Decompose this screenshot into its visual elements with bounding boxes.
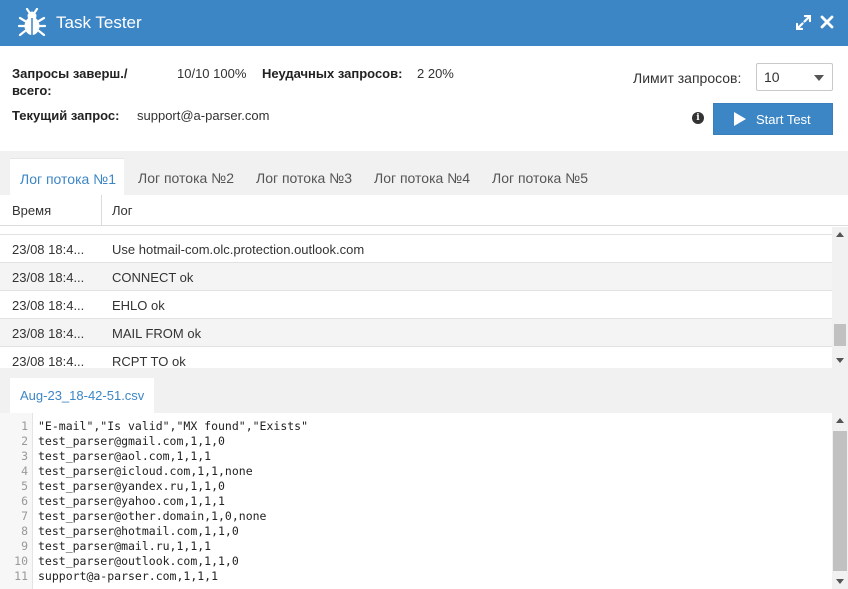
- tab-log-3[interactable]: Лог потока №3: [256, 158, 352, 195]
- code-line: test_parser@icloud.com,1,1,none: [38, 464, 253, 478]
- log-tabs: Лог потока №1 Лог потока №2 Лог потока №…: [0, 151, 848, 195]
- log-time: 23/08 18:4...: [12, 298, 85, 313]
- code-line: "E-mail","Is valid","MX found","Exists": [38, 419, 309, 433]
- line-number: 5: [21, 479, 28, 493]
- log-message: RCPT TO ok: [112, 354, 186, 368]
- code-line: test_parser@gmail.com,1,1,0: [38, 434, 225, 448]
- log-message: CONNECT ok: [112, 270, 194, 285]
- scroll-thumb[interactable]: [834, 324, 846, 346]
- line-number: 3: [21, 449, 28, 463]
- line-number: 1: [21, 419, 28, 433]
- log-rows[interactable]: 23/08 18:4... Use hotmail-com.olc.protec…: [0, 227, 832, 368]
- line-number: 8: [21, 524, 28, 538]
- column-time-header[interactable]: Время: [12, 203, 51, 218]
- line-number: 9: [21, 539, 28, 553]
- log-time: 23/08 18:4...: [12, 326, 85, 341]
- limit-label: Лимит запросов:: [633, 70, 742, 86]
- completed-value: 10/10 100%: [177, 66, 247, 81]
- column-log-header[interactable]: Лог: [112, 203, 133, 218]
- line-number: 11: [14, 569, 28, 583]
- log-message: MAIL FROM ok: [112, 326, 202, 341]
- play-icon: [734, 112, 746, 126]
- tab-log-1[interactable]: Лог потока №1: [10, 158, 124, 195]
- scroll-up-icon[interactable]: [836, 418, 844, 423]
- log-scrollbar[interactable]: [832, 227, 848, 368]
- scroll-down-icon[interactable]: [836, 579, 844, 584]
- failed-value: 2 20%: [417, 66, 454, 81]
- result-scrollbar[interactable]: [832, 413, 848, 589]
- log-row-partial: [0, 227, 832, 235]
- bug-icon: [17, 8, 47, 37]
- start-test-label: Start Test: [756, 111, 811, 127]
- code-line: support@a-parser.com,1,1,1: [38, 569, 219, 583]
- log-row: 23/08 18:4... RCPT TO ok: [0, 347, 832, 368]
- log-message: EHLO ok: [112, 298, 165, 313]
- log-row: 23/08 18:4... MAIL FROM ok: [0, 319, 832, 347]
- code-line: test_parser@mail.ru,1,1,1: [38, 539, 212, 553]
- column-divider[interactable]: [101, 195, 102, 226]
- start-test-button[interactable]: Start Test: [713, 103, 833, 135]
- completed-label-total: всего:: [12, 83, 52, 98]
- log-time: 23/08 18:4...: [12, 242, 85, 257]
- line-number: 10: [14, 554, 28, 568]
- line-number: 6: [21, 494, 28, 508]
- failed-label: Неудачных запросов:: [262, 66, 403, 81]
- code-line: test_parser@yandex.ru,1,1,0: [38, 479, 225, 493]
- code-line: test_parser@aol.com,1,1,1: [38, 449, 212, 463]
- tab-log-5[interactable]: Лог потока №5: [492, 158, 588, 195]
- log-header: Время Лог: [0, 195, 848, 226]
- log-time: 23/08 18:4...: [12, 354, 85, 368]
- log-table: 23/08 18:4... Use hotmail-com.olc.protec…: [0, 195, 848, 368]
- limit-select[interactable]: 10: [756, 63, 833, 91]
- code-line: test_parser@outlook.com,1,1,0: [38, 554, 239, 568]
- title-bar: Task Tester: [0, 0, 848, 46]
- log-message: Use hotmail-com.olc.protection.outlook.c…: [112, 242, 365, 257]
- scroll-up-icon[interactable]: [836, 232, 844, 237]
- scroll-thumb[interactable]: [833, 431, 847, 571]
- log-row: 23/08 18:4... Use hotmail-com.olc.protec…: [0, 235, 832, 263]
- log-time: 23/08 18:4...: [12, 270, 85, 285]
- close-icon[interactable]: [820, 15, 834, 29]
- limit-select-value: 10: [764, 69, 780, 85]
- line-number-gutter: 1 2 3 4 5 6 7 8 9 10 11: [0, 413, 33, 589]
- expand-icon[interactable]: [796, 15, 811, 30]
- log-row: 23/08 18:4... EHLO ok: [0, 291, 832, 319]
- tab-log-4[interactable]: Лог потока №4: [374, 158, 470, 195]
- log-row: 23/08 18:4... CONNECT ok: [0, 263, 832, 291]
- info-icon[interactable]: i: [692, 112, 704, 124]
- window-title: Task Tester: [56, 13, 142, 32]
- line-number: 2: [21, 434, 28, 448]
- scroll-down-icon[interactable]: [836, 358, 844, 363]
- stats-panel: Запросы заверш./ всего: 10/10 100% Неуда…: [0, 46, 848, 151]
- completed-label: Запросы заверш./: [12, 66, 128, 81]
- current-request-value: support@a-parser.com: [137, 108, 270, 123]
- current-request-label: Текущий запрос:: [12, 108, 120, 123]
- code-line: test_parser@other.domain,1,0,none: [38, 509, 267, 523]
- tab-log-2[interactable]: Лог потока №2: [138, 158, 234, 195]
- code-line: test_parser@yahoo.com,1,1,1: [38, 494, 225, 508]
- result-file-viewer[interactable]: 1 2 3 4 5 6 7 8 9 10 11 "E-mail","Is val…: [0, 413, 848, 589]
- line-number: 4: [21, 464, 28, 478]
- line-number: 7: [21, 509, 28, 523]
- code-line: test_parser@hotmail.com,1,1,0: [38, 524, 239, 538]
- chevron-down-icon: [814, 75, 824, 81]
- result-file-tabs: Aug-23_18-42-51.csv: [0, 368, 848, 413]
- tab-result-file[interactable]: Aug-23_18-42-51.csv: [10, 378, 154, 413]
